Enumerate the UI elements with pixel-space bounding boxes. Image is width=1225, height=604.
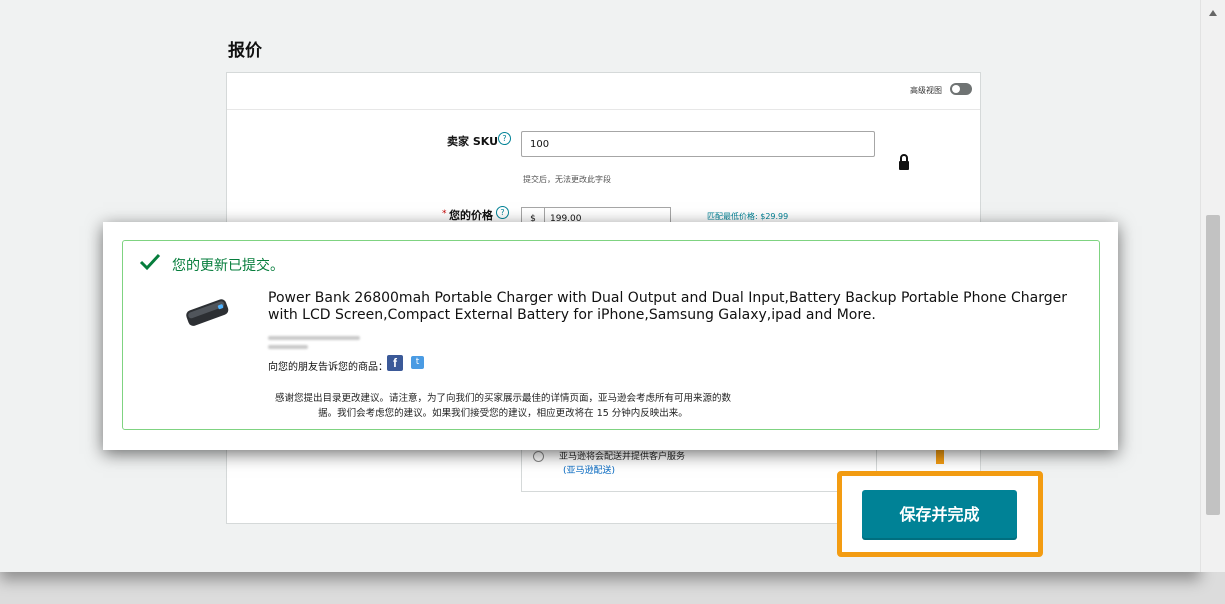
facebook-icon[interactable]: f bbox=[387, 355, 403, 371]
notice-text: 感谢您提出目录更改建议。请注意，为了向我们的买家展示最佳的详情页面，亚马逊会考虑… bbox=[163, 391, 843, 421]
notice-line: 据。我们会考虑您的建议。如果我们接受您的建议，相应更改将在 15 分钟内反映出来… bbox=[318, 408, 688, 419]
sku-hint: 提交后，无法更改此字段 bbox=[523, 175, 611, 184]
fulfillment-link[interactable]: (亚马逊配送) bbox=[563, 463, 615, 476]
help-icon[interactable]: ? bbox=[496, 206, 509, 219]
match-lowest-price-link[interactable]: 匹配最低价格: $29.99 bbox=[707, 211, 788, 222]
advanced-view-toggle[interactable] bbox=[950, 83, 972, 95]
advanced-view-label: 高级视图 bbox=[910, 86, 942, 95]
page-title: 报价 bbox=[228, 41, 262, 61]
sku-label: 卖家 SKU bbox=[447, 135, 499, 148]
toggle-knob bbox=[952, 85, 960, 93]
update-submitted-popup: 您的更新已提交。 Power Bank 26800mah Portable Ch… bbox=[103, 222, 1118, 450]
blurred-detail bbox=[268, 345, 308, 349]
notice-line: 感谢您提出目录更改建议。请注意，为了向我们的买家展示最佳的详情页面，亚马逊会考虑… bbox=[274, 393, 731, 404]
alert-title: 您的更新已提交。 bbox=[172, 258, 284, 274]
lock-icon bbox=[899, 154, 909, 170]
success-alert: 您的更新已提交。 Power Bank 26800mah Portable Ch… bbox=[122, 240, 1100, 430]
price-label: 您的价格 bbox=[449, 209, 493, 222]
blurred-detail bbox=[268, 336, 360, 340]
fulfillment-radio[interactable] bbox=[533, 451, 544, 462]
product-image bbox=[186, 299, 229, 326]
required-mark: * bbox=[442, 209, 447, 219]
twitter-icon[interactable]: t bbox=[411, 356, 424, 369]
product-title: Power Bank 26800mah Portable Charger wit… bbox=[268, 290, 1067, 323]
check-icon bbox=[139, 253, 161, 271]
save-and-finish-button[interactable]: 保存并完成 bbox=[862, 490, 1017, 540]
fulfillment-option-text: 亚马逊将会配送并提供客户服务 bbox=[559, 452, 686, 462]
sku-input[interactable]: 100 bbox=[521, 131, 875, 157]
card-header: 高级视图 bbox=[227, 73, 980, 110]
scroll-thumb[interactable] bbox=[1206, 215, 1220, 515]
vertical-scrollbar[interactable] bbox=[1200, 0, 1225, 572]
share-label: 向您的朋友告诉您的商品： bbox=[268, 362, 388, 373]
help-icon[interactable]: ? bbox=[498, 132, 511, 145]
scroll-up-icon[interactable] bbox=[1209, 10, 1217, 16]
browser-viewport: 报价 高级视图 卖家 SKU ? 100 提交后，无法更改此字段 * 您的价格 … bbox=[0, 0, 1200, 572]
